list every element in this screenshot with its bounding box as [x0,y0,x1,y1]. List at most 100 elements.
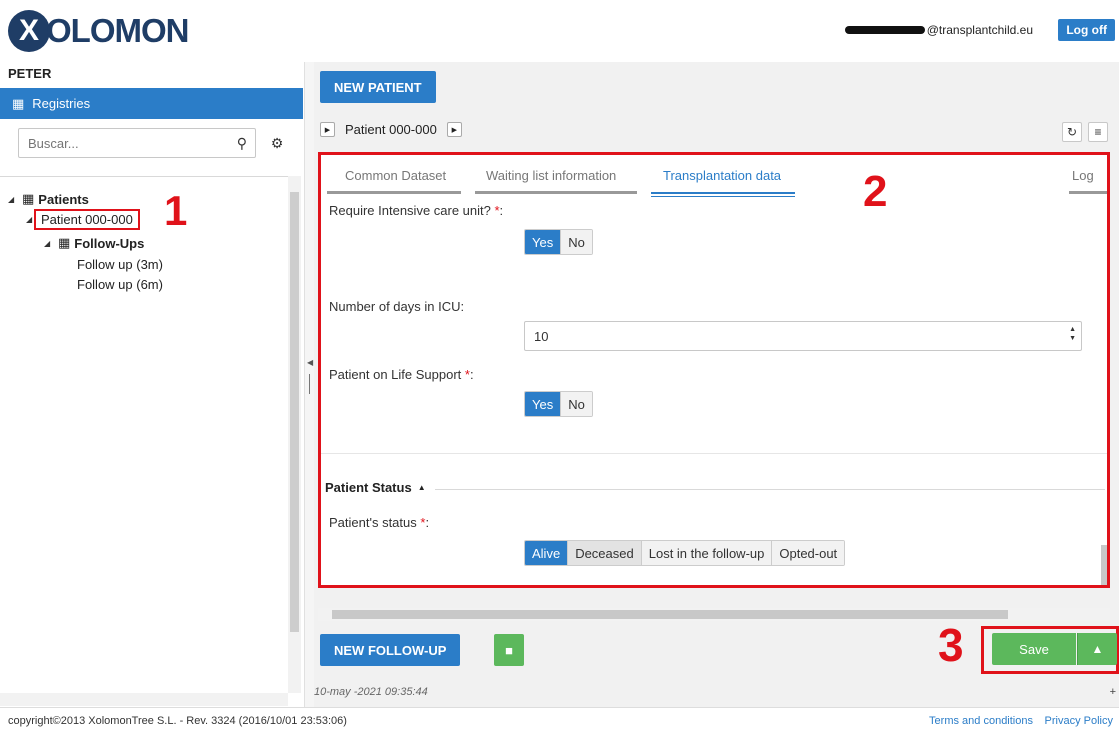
tree-scrollbar-horizontal[interactable] [0,693,288,706]
logo-mark: X [8,10,50,52]
icu-days-value: 10 [534,328,549,344]
status-lost-option[interactable]: Lost in the follow-up [641,541,773,565]
search-icon[interactable]: ⚲ [237,135,247,152]
expand-arrow-icon[interactable]: ◢ [8,195,22,204]
app-header: X OLOMON @transplantchild.eu Log off [0,0,1119,62]
breadcrumb-next-icon[interactable]: ▶ [446,122,462,137]
annotation-marker-2: 2 [863,167,888,216]
terms-link[interactable]: Terms and conditions [929,715,1033,727]
tree-node-followup-6m[interactable]: Follow up (6m) [77,277,163,292]
new-followup-button[interactable]: NEW FOLLOW-UP [320,634,461,666]
status-deceased-option[interactable]: Deceased [568,541,642,565]
xolomon-logo[interactable]: X OLOMON [8,10,189,52]
patient-status-label-text: Patient's status [329,515,421,530]
patient-status-section-title[interactable]: Patient Status ▲ [325,480,426,495]
tab-log[interactable]: Log [1072,168,1094,183]
breadcrumb-expand-icon[interactable]: ▶ [320,122,335,137]
privacy-link[interactable]: Privacy Policy [1045,715,1113,727]
status-opted-out-option[interactable]: Opted-out [772,541,845,565]
splitter-handle[interactable] [309,374,310,394]
expand-arrow-icon[interactable]: ◢ [26,215,34,224]
pane-splitter[interactable]: ◀ [304,62,314,707]
logoff-button[interactable]: Log off [1058,19,1115,41]
tab-underline [1069,191,1107,194]
tree-node-patient[interactable]: ◢ Patient 000-000 [26,209,140,230]
tree-label-followups: Follow-Ups [74,235,145,251]
annotation-marker-3: 3 [938,619,964,671]
tab-waiting-list[interactable]: Waiting list information [486,168,616,183]
tree-node-followups[interactable]: ◢ ▦ Follow-Ups [44,235,144,251]
redacted-email-prefix [844,26,925,34]
expand-arrow-icon[interactable]: ◢ [44,239,58,248]
logo-text: OLOMON [46,12,189,49]
patient-status-toggle[interactable]: Alive Deceased Lost in the follow-up Opt… [524,540,846,566]
tree-node-patients[interactable]: ◢ ▦ Patients [8,191,89,207]
tab-common-dataset[interactable]: Common Dataset [345,168,446,183]
patient-tree: ◢ ▦ Patients ◢ Patient 000-000 ◢ ▦ Follo… [0,176,288,679]
table-icon: ▦ [12,95,25,111]
main-scrollbar-horizontal[interactable] [318,608,1110,621]
icu-required-toggle[interactable]: Yes No [524,229,593,255]
scrollbar-thumb[interactable] [332,610,1008,619]
icu-days-input[interactable]: 10 ▲ ▼ [524,321,1082,351]
life-support-no-option[interactable]: No [561,392,592,416]
tree-node-followup-3m[interactable]: Follow up (3m) [77,257,163,272]
form-panel: Common Dataset Waiting list information … [318,152,1110,588]
label-colon: : [469,367,474,382]
patient-status-label: Patient's status *: [329,515,429,530]
label-colon: : [425,515,430,530]
menu-list-icon[interactable]: ≡ [1088,122,1108,142]
tree-label-patients: Patients [38,191,89,207]
form-tabs: Common Dataset Waiting list information … [321,155,1107,197]
search-input[interactable] [19,129,219,157]
user-email-domain: @transplantchild.eu [926,23,1033,37]
spinner-arrows-icon[interactable]: ▲ ▼ [1069,325,1076,343]
save-options-arrow-icon[interactable]: ▲ [1077,633,1117,665]
tab-underline [327,191,461,194]
app-footer: copyright©2013 XolomonTree S.L. - Rev. 3… [0,707,1119,733]
table-icon: ▦ [58,235,71,250]
life-support-label-text: Patient on Life Support [329,367,465,382]
patient-status-title-text: Patient Status [325,480,412,495]
save-button[interactable]: Save [992,633,1076,665]
search-box: ⚲ [18,128,256,158]
collapse-caret-icon[interactable]: ▲ [418,483,426,492]
registries-label: Registries [32,96,91,111]
tree-label-followup: Follow up (3m) [77,257,163,272]
breadcrumb: ▶ Patient 000-000 ▶ [320,122,462,137]
gear-icon[interactable]: ⚙ [262,128,292,158]
icu-yes-option[interactable]: Yes [525,230,562,254]
icu-no-option[interactable]: No [561,230,592,254]
main-content: NEW PATIENT ▶ Patient 000-000 ▶ ↻ ≡ Comm… [314,62,1119,707]
last-saved-timestamp: 10-may -2021 09:35:44 [314,686,428,698]
panel-scrollbar-thumb[interactable] [1101,545,1107,585]
icu-required-label-text: Require Intensive care unit? [329,203,495,218]
icu-required-label: Require Intensive care unit? *: [329,203,503,218]
document-icon[interactable]: ■ [494,634,524,666]
sidebar-item-registries[interactable]: ▦ Registries [0,88,303,119]
tab-underline-active [651,192,795,194]
icu-days-label: Number of days in ICU: [329,299,465,314]
expand-plus-icon[interactable]: + [1110,686,1116,698]
user-email: @transplantchild.eu [844,23,1033,37]
label-colon: : [499,203,504,218]
sidebar-user-name: PETER [8,66,52,81]
section-line [435,489,1105,490]
tree-scrollbar-vertical[interactable] [288,176,301,693]
tree-label-followup: Follow up (6m) [77,277,163,292]
scrollbar-thumb[interactable] [290,192,299,632]
copyright-text: copyright©2013 XolomonTree S.L. - Rev. 3… [8,715,347,727]
refresh-icon[interactable]: ↻ [1062,122,1082,142]
table-icon: ▦ [22,191,35,206]
life-support-label: Patient on Life Support *: [329,367,474,382]
status-alive-option[interactable]: Alive [525,541,569,565]
tab-transplantation-data[interactable]: Transplantation data [663,168,781,183]
tab-underline [475,191,637,194]
life-support-toggle[interactable]: Yes No [524,391,593,417]
breadcrumb-patient[interactable]: Patient 000-000 [345,122,437,137]
tree-label-patient[interactable]: Patient 000-000 [34,209,140,230]
life-support-yes-option[interactable]: Yes [525,392,562,416]
collapse-arrow-icon[interactable]: ◀ [307,358,313,367]
section-divider [321,453,1107,454]
new-patient-button[interactable]: NEW PATIENT [320,71,436,103]
